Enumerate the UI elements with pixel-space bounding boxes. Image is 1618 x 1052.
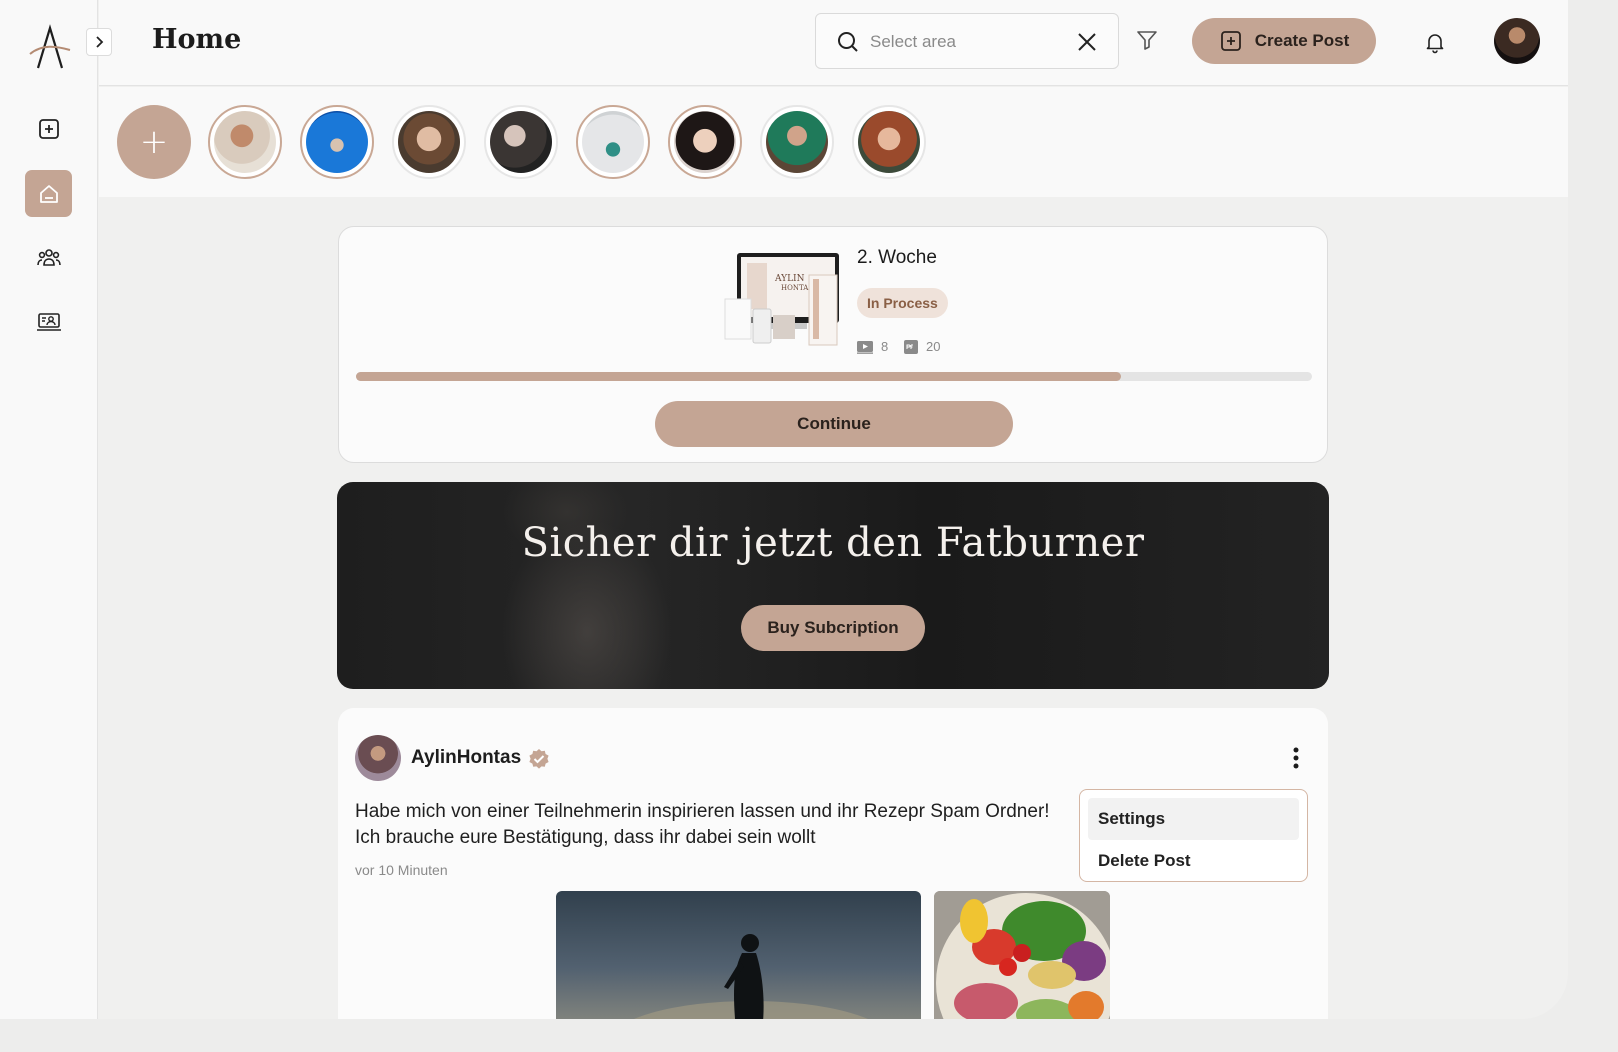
story-avatar[interactable] (484, 105, 558, 179)
promo-banner: Sicher dir jetzt den Fatburner Buy Subcr… (337, 482, 1329, 689)
post-options-menu: Settings Delete Post (1079, 789, 1308, 882)
svg-text:AYLIN: AYLIN (774, 274, 805, 284)
pdf-icon (904, 339, 918, 354)
course-progress-card: AYLIN HONTAS 2. Woche In Process 8 20 Co… (338, 226, 1328, 463)
story-avatar[interactable] (668, 105, 742, 179)
verified-badge-icon (529, 749, 549, 769)
sidebar-item-home[interactable] (25, 170, 72, 217)
home-icon (39, 184, 58, 203)
story-avatar[interactable] (300, 105, 374, 179)
sidebar-item-community[interactable] (25, 234, 72, 281)
page-title: Home (152, 24, 242, 55)
post-text: Habe mich von einer Teilnehmerin inspiri… (355, 801, 1050, 848)
post-image-salad[interactable] (934, 891, 1110, 1019)
app-window: Home Create Post + (0, 0, 1568, 1019)
sidebar-item-create[interactable] (25, 105, 72, 152)
add-square-icon (1220, 31, 1241, 51)
status-badge: In Process (857, 288, 948, 318)
buy-subscription-button[interactable]: Buy Subcription (741, 605, 925, 651)
svg-text:HONTAS: HONTAS (781, 284, 813, 292)
post-image-runner[interactable] (556, 891, 921, 1019)
story-avatar[interactable] (576, 105, 650, 179)
video-count: 8 (857, 339, 888, 354)
courses-icon (36, 312, 61, 331)
create-post-button[interactable]: Create Post (1192, 18, 1376, 64)
add-square-icon (38, 118, 59, 139)
continue-button[interactable]: Continue (655, 401, 1013, 447)
community-icon (36, 248, 61, 266)
area-search[interactable] (815, 13, 1119, 69)
course-title: 2. Woche (857, 247, 937, 268)
post-author-avatar[interactable] (355, 735, 401, 781)
course-thumbnail[interactable]: AYLIN HONTAS (723, 249, 841, 349)
sidebar (0, 0, 98, 1019)
story-avatar[interactable] (208, 105, 282, 179)
add-story-button[interactable]: + (117, 105, 191, 179)
chevron-right-icon (96, 36, 104, 48)
stories-bar: + (99, 87, 1568, 197)
more-options-icon[interactable] (1288, 746, 1304, 772)
story-avatar[interactable] (852, 105, 926, 179)
banner-title: Sicher dir jetzt den Fatburner (521, 520, 1145, 566)
top-bar: Home Create Post (99, 0, 1568, 86)
sidebar-item-courses[interactable] (25, 298, 72, 345)
post-author-name[interactable]: AylinHontas (411, 747, 521, 769)
story-avatar[interactable] (760, 105, 834, 179)
video-icon (857, 340, 873, 354)
filter-icon[interactable] (1135, 28, 1159, 52)
menu-item-settings[interactable]: Settings (1088, 798, 1299, 840)
video-count-value: 8 (881, 339, 889, 354)
brand-logo[interactable] (26, 20, 74, 72)
post-timestamp: vor 10 Minuten (355, 862, 448, 878)
search-icon (838, 32, 858, 52)
menu-item-delete-post[interactable]: Delete Post (1088, 840, 1299, 882)
sidebar-expand-button[interactable] (86, 28, 112, 56)
clear-search-icon[interactable] (1076, 31, 1098, 53)
search-input[interactable] (870, 28, 1060, 56)
course-progress-bar (356, 372, 1312, 381)
pdf-count: 20 (904, 339, 940, 354)
story-avatar[interactable] (392, 105, 466, 179)
pdf-count-value: 20 (926, 339, 941, 354)
create-post-label: Create Post (1254, 31, 1350, 50)
bell-icon[interactable] (1423, 30, 1447, 54)
user-avatar[interactable] (1494, 18, 1540, 64)
course-progress-fill (356, 372, 1121, 381)
